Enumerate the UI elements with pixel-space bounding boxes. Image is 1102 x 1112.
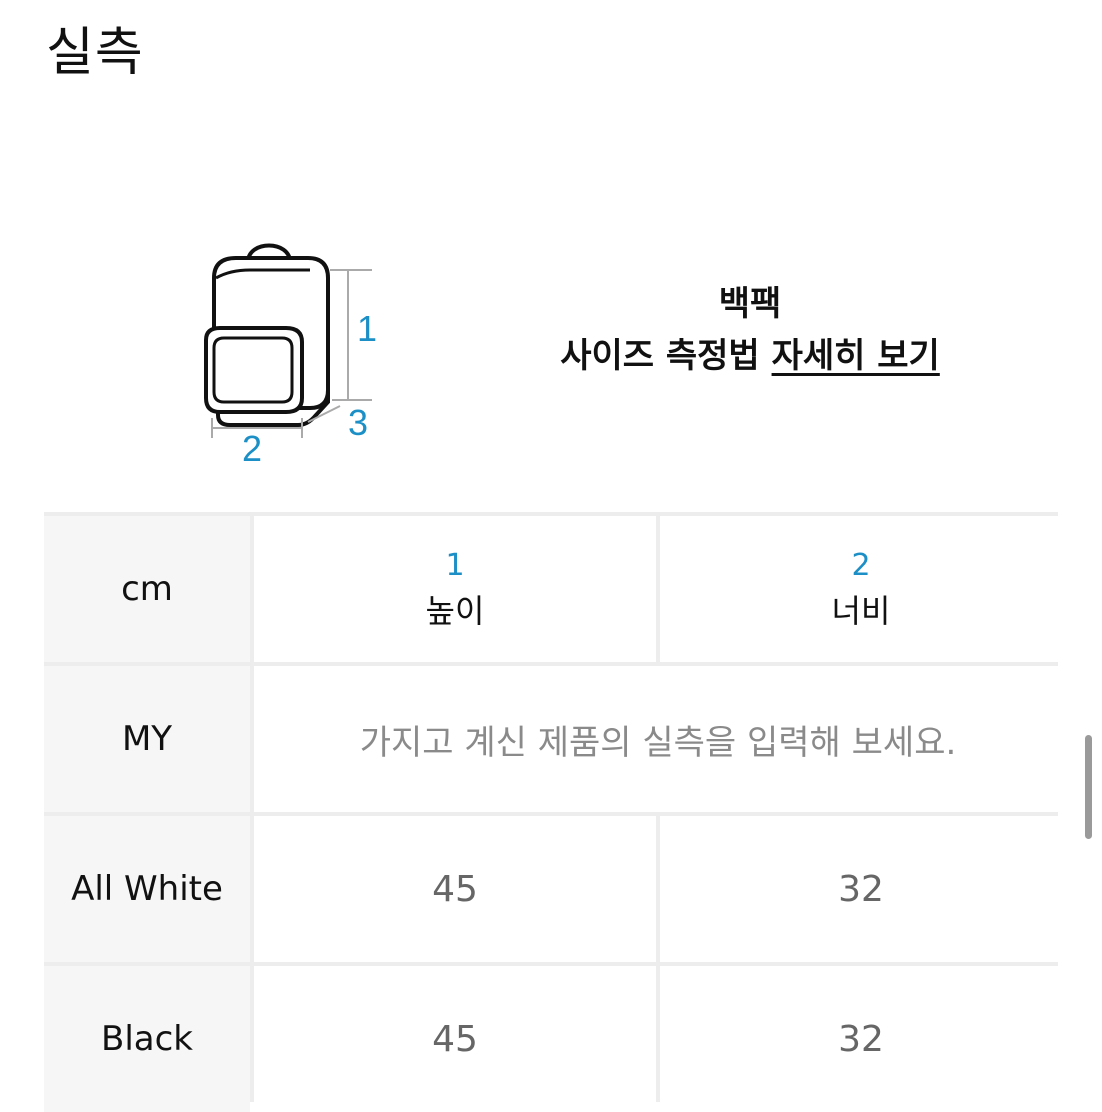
column-number: 2: [851, 548, 871, 583]
product-category: 백팩: [718, 284, 782, 324]
column-number: 1: [445, 548, 465, 583]
size-table: cm 1 높이 2 너비 MY 가지고 계신 제품의 실측을 입력해 보세요. …: [44, 512, 1062, 1112]
table-cell: 45: [254, 966, 656, 1112]
dimension-label-2: 2: [242, 428, 263, 469]
unit-header: cm: [44, 516, 250, 662]
view-details-link[interactable]: 자세히 보기: [772, 336, 940, 376]
column-header-height: 1 높이: [254, 516, 656, 662]
dimension-label-3: 3: [348, 402, 369, 443]
scrollbar[interactable]: [1085, 735, 1092, 839]
row-label: Black: [44, 966, 250, 1112]
column-header-width: 2 너비: [660, 516, 1062, 662]
table-cell: 32: [660, 816, 1062, 962]
column-label: 너비: [831, 592, 891, 630]
method-prefix: 사이즈 측정법: [560, 336, 760, 376]
row-label-my: MY: [44, 666, 250, 812]
dimension-label-1: 1: [357, 308, 378, 349]
table-cell: 32: [660, 966, 1062, 1112]
page-title: 실측: [46, 23, 144, 83]
row-label: All White: [44, 816, 250, 962]
measurement-method: 사이즈 측정법 자세히 보기: [520, 328, 980, 384]
column-label: 높이: [425, 592, 485, 630]
my-size-input-prompt[interactable]: 가지고 계신 제품의 실측을 입력해 보세요.: [254, 666, 1062, 812]
size-guide-info: 백팩 사이즈 측정법 자세히 보기: [520, 280, 980, 384]
table-cell: 45: [254, 816, 656, 962]
